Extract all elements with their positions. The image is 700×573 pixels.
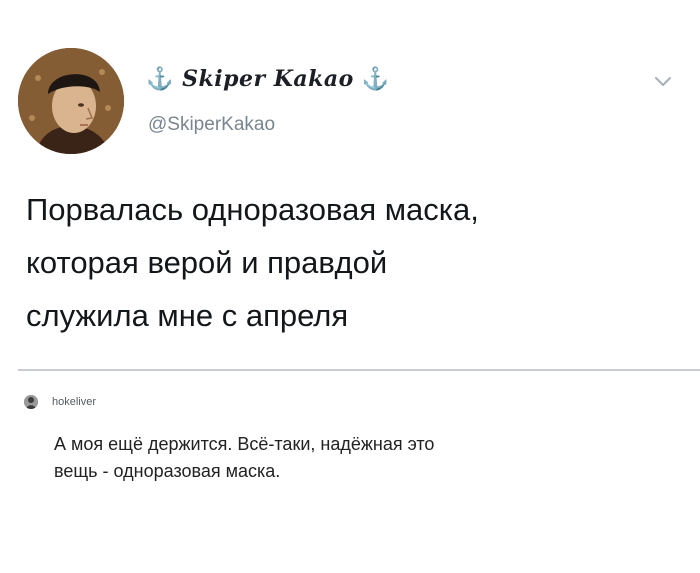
avatar[interactable] [18, 48, 124, 154]
reply-username[interactable]: hokeliver [52, 396, 96, 408]
reply-avatar[interactable] [24, 395, 38, 409]
anchor-icon: ⚓ [361, 66, 390, 92]
reply-text: А моя ещё держится. Всё-таки, надёжная э… [54, 434, 435, 481]
display-name[interactable]: ⚓ Skiper Kakao ⚓ [146, 66, 390, 92]
anchor-icon: ⚓ [146, 66, 174, 92]
user-handle[interactable]: @SkiperKakao [148, 114, 275, 136]
reply-avatar-image [24, 395, 38, 409]
display-name-text: Skiper Kakao [182, 66, 354, 92]
divider [18, 369, 700, 371]
avatar-portrait-image [18, 48, 124, 154]
tweet-text: Порвалась одноразовая маска, которая вер… [26, 192, 479, 333]
chevron-down-icon[interactable] [651, 70, 675, 94]
tweet-card: ⚓ Skiper Kakao ⚓ @SkiperKakao Порвалась … [0, 0, 700, 368]
